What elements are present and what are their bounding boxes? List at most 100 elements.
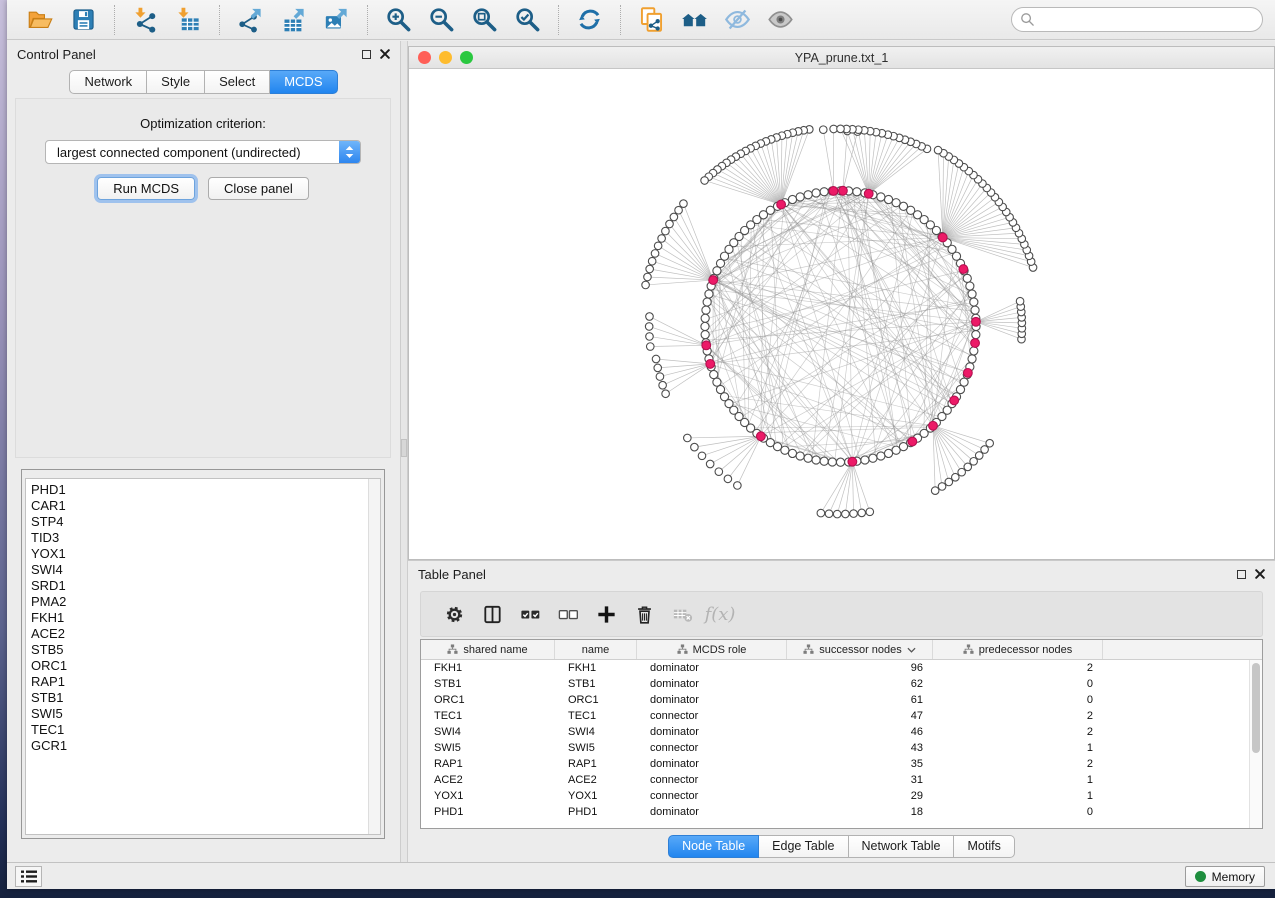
table-row[interactable]: FKH1FKH1dominator962 [421,660,1249,676]
mcds-result-item[interactable]: PHD1 [26,479,380,498]
close-panel-button[interactable]: Close panel [208,177,309,200]
network-node[interactable] [644,273,652,281]
dominator-node[interactable] [959,265,968,274]
network-node[interactable] [960,378,968,386]
network-node[interactable] [861,456,869,464]
network-node[interactable] [646,265,654,273]
network-node[interactable] [972,331,980,339]
refresh-button[interactable] [574,4,605,35]
show-all-button[interactable] [765,4,796,35]
zoom-fit-button[interactable] [469,4,500,35]
column-header-succ[interactable]: successor nodes [787,640,933,659]
zoom-selected-button[interactable] [512,4,543,35]
close-table-panel-icon[interactable] [1255,567,1265,582]
network-node[interactable] [662,227,670,235]
zoom-out-button[interactable] [426,4,457,35]
mcds-result-item[interactable]: STB1 [26,690,380,706]
network-node[interactable] [675,206,683,214]
network-node[interactable] [701,177,709,185]
mcds-result-item[interactable]: FKH1 [26,610,380,626]
network-node[interactable] [853,188,861,196]
deselect-all-button[interactable] [555,601,581,627]
network-node[interactable] [884,195,892,203]
column-header-name[interactable]: name [555,640,637,659]
network-window-titlebar[interactable]: YPA_prune.txt_1 [409,47,1274,69]
network-node[interactable] [837,125,845,133]
tab-select[interactable]: Select [205,70,270,94]
network-node[interactable] [646,343,654,351]
network-node[interactable] [646,333,654,341]
network-node[interactable] [703,298,711,306]
dominator-node[interactable] [756,432,765,441]
mcds-result-item[interactable]: SRD1 [26,578,380,594]
network-node[interactable] [654,242,662,250]
network-node[interactable] [666,220,674,228]
network-canvas[interactable] [409,69,1274,559]
network-node[interactable] [866,508,874,516]
network-node[interactable] [710,370,718,378]
network-node[interactable] [670,213,678,221]
table-row[interactable]: STB1STB1dominator620 [421,676,1249,692]
table-row[interactable]: SWI4SWI4dominator462 [421,724,1249,740]
network-node[interactable] [842,510,850,518]
network-node[interactable] [701,322,709,330]
network-node[interactable] [804,191,812,199]
network-node[interactable] [817,509,825,517]
delete-button[interactable] [631,601,657,627]
network-node[interactable] [833,510,841,518]
network-node[interactable] [828,458,836,466]
network-node[interactable] [656,373,664,381]
dominator-node[interactable] [929,421,938,430]
search-input[interactable] [1011,7,1263,32]
network-node[interactable] [804,454,812,462]
network-node[interactable] [963,274,971,282]
network-node[interactable] [645,323,653,331]
tab-mcds[interactable]: MCDS [270,70,337,94]
tab-network[interactable]: Network [69,70,147,94]
table-row[interactable]: ACE2ACE2connector311 [421,772,1249,788]
network-node[interactable] [970,347,978,355]
dominator-node[interactable] [777,200,786,209]
network-node[interactable] [820,457,828,465]
dominator-node[interactable] [848,457,857,466]
network-node[interactable] [701,314,709,322]
network-node[interactable] [858,509,866,517]
close-window-icon[interactable] [418,51,431,64]
network-node[interactable] [691,443,699,451]
dominator-node[interactable] [963,368,972,377]
dominator-node[interactable] [972,317,981,326]
network-node[interactable] [836,458,844,466]
first-neighbors-button[interactable] [679,4,710,35]
network-node[interactable] [938,483,946,491]
network-node[interactable] [734,482,742,490]
select-all-button[interactable] [517,601,543,627]
mcds-list-scrollbar[interactable] [368,479,380,834]
network-node[interactable] [702,306,710,314]
network-node[interactable] [931,487,939,495]
task-history-button[interactable] [15,866,42,887]
network-node[interactable] [892,199,900,207]
network-node[interactable] [652,355,660,363]
minimize-window-icon[interactable] [439,51,452,64]
mcds-result-item[interactable]: STP4 [26,514,380,530]
table-row[interactable]: YOX1YOX1connector291 [421,788,1249,804]
network-node[interactable] [713,267,721,275]
splitter-grip[interactable] [401,439,407,457]
network-node[interactable] [698,452,706,460]
table-row[interactable]: TEC1TEC1connector472 [421,708,1249,724]
network-node[interactable] [986,439,994,447]
mcds-result-item[interactable]: GCR1 [26,738,380,754]
close-panel-icon[interactable] [380,47,390,62]
tab-edge-table[interactable]: Edge Table [759,835,848,858]
network-node[interactable] [642,281,650,289]
network-node[interactable] [812,189,820,197]
export-table-button[interactable] [278,4,309,35]
network-node[interactable] [646,313,654,321]
table-row[interactable]: ORC1ORC1dominator610 [421,692,1249,708]
network-node[interactable] [812,456,820,464]
network-node[interactable] [884,449,892,457]
memory-button[interactable]: Memory [1185,866,1265,887]
network-node[interactable] [651,250,659,258]
network-node[interactable] [715,468,723,476]
import-table-button[interactable] [173,4,204,35]
